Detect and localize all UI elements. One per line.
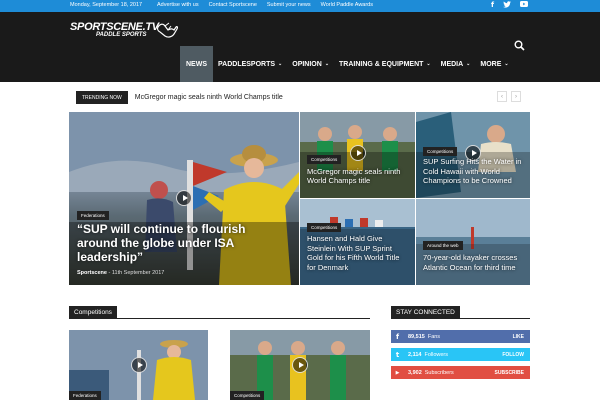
like-button[interactable]: LIKE bbox=[513, 334, 524, 340]
tile-4-title[interactable]: 70-year-old kayaker crosses Atlantic Oce… bbox=[423, 253, 523, 272]
fan-label: Fans bbox=[427, 333, 441, 340]
play-icon[interactable] bbox=[131, 357, 147, 373]
post-date: 11th September 2017 bbox=[111, 270, 165, 276]
trending-arrows: ‹ › bbox=[497, 91, 521, 102]
play-icon[interactable] bbox=[176, 190, 192, 206]
nav-news[interactable]: NEWS bbox=[180, 46, 213, 82]
play-icon[interactable] bbox=[292, 357, 308, 373]
follow-button[interactable]: FOLLOW bbox=[502, 352, 524, 358]
chevron-down-icon: ⌄ bbox=[466, 61, 471, 67]
trending-bar: TRENDING NOW McGregor magic seals ninth … bbox=[76, 91, 283, 104]
site-logo[interactable]: SPORTSCENE.TV PADDLE SPORTS bbox=[70, 21, 178, 38]
play-icon[interactable] bbox=[350, 145, 366, 161]
featured-tile-4[interactable]: Around the web 70-year-old kayaker cross… bbox=[416, 199, 530, 285]
nav-opinion[interactable]: OPINION ⌄ bbox=[287, 46, 334, 82]
subscribe-button[interactable]: SUBSCRIBE bbox=[495, 370, 524, 376]
search-icon[interactable] bbox=[514, 40, 525, 51]
nav-media[interactable]: MEDIA ⌄ bbox=[436, 46, 476, 82]
featured-main-title[interactable]: “SUP will continue to flourish around th… bbox=[77, 222, 267, 264]
main-nav: NEWS PADDLESPORTS ⌄ OPINION ⌄ TRAINING & E… bbox=[180, 46, 514, 82]
submit-news-link[interactable]: Submit your news bbox=[267, 2, 311, 8]
chevron-right-icon[interactable]: › bbox=[511, 91, 521, 102]
facebook-row[interactable]: f 89,515 Fans LIKE bbox=[391, 330, 530, 343]
chevron-left-icon[interactable]: ‹ bbox=[497, 91, 507, 102]
world-paddle-awards-link[interactable]: World Paddle Awards bbox=[321, 2, 373, 8]
follower-count: 2,114 bbox=[408, 351, 422, 358]
youtube-icon[interactable] bbox=[520, 1, 528, 10]
nav-opinion-label: OPINION bbox=[292, 60, 322, 68]
nav-media-label: MEDIA bbox=[440, 60, 464, 68]
twitter-icon: t bbox=[395, 350, 400, 359]
youtube-icon: ▶ bbox=[395, 369, 400, 376]
category-tag[interactable]: Competitions bbox=[307, 155, 342, 164]
category-tag[interactable]: Competitions bbox=[230, 391, 265, 400]
featured-tile-1[interactable]: Competitions McGregor magic seals ninth … bbox=[300, 112, 415, 198]
chevron-down-icon: ⌄ bbox=[426, 61, 431, 67]
tile-1-title[interactable]: McGregor magic seals ninth World Champs … bbox=[307, 167, 407, 185]
nav-paddlesports[interactable]: PADDLESPORTS ⌄ bbox=[213, 46, 287, 82]
shaka-hand-icon bbox=[157, 22, 178, 38]
competition-card-1[interactable]: Federations bbox=[69, 330, 208, 400]
subscriber-label: Subscribers bbox=[424, 369, 454, 376]
chevron-down-icon: ⌄ bbox=[278, 61, 283, 67]
tile-3-title[interactable]: Hansen and Hald Give Steinlein With SUP … bbox=[307, 234, 407, 272]
facebook-icon[interactable]: f bbox=[491, 1, 494, 10]
featured-tile-2[interactable]: Competitions SUP Surfing Hits the Water … bbox=[416, 112, 530, 198]
fan-count: 89,515 bbox=[408, 333, 425, 340]
top-social: f bbox=[491, 1, 528, 10]
youtube-row[interactable]: ▶ 3,902 Subscribers SUBSCRIBE bbox=[391, 366, 530, 379]
category-tag[interactable]: Federations bbox=[77, 211, 109, 220]
trending-tag: TRENDING NOW bbox=[76, 91, 128, 104]
chevron-down-icon: ⌄ bbox=[324, 61, 330, 67]
competition-card-2[interactable]: Competitions bbox=[230, 330, 370, 400]
section-divider bbox=[69, 318, 370, 319]
author-name[interactable]: Sportscene bbox=[77, 270, 107, 276]
subscriber-count: 3,902 bbox=[408, 369, 422, 376]
twitter-row[interactable]: t 2,114 Followers FOLLOW bbox=[391, 348, 530, 361]
nav-training-equipment[interactable]: TRAINING & EQUIPMENT ⌄ bbox=[334, 46, 436, 82]
tile-2-title[interactable]: SUP Surfing Hits the Water in Cold Hawai… bbox=[423, 157, 523, 186]
category-tag[interactable]: Competitions bbox=[307, 223, 342, 232]
contact-link[interactable]: Contact Sportscene bbox=[209, 2, 257, 8]
chevron-down-icon: ⌄ bbox=[504, 61, 509, 67]
current-date: Monday, September 18, 2017 bbox=[70, 2, 143, 8]
category-tag[interactable]: Around the web bbox=[423, 241, 463, 250]
nav-paddlesports-label: PADDLESPORTS bbox=[218, 60, 276, 68]
facebook-icon: f bbox=[395, 332, 400, 341]
nav-more[interactable]: MORE ⌄ bbox=[475, 46, 513, 82]
twitter-icon[interactable] bbox=[503, 1, 511, 10]
featured-tile-3[interactable]: Competitions Hansen and Hald Give Steinl… bbox=[300, 199, 415, 285]
top-links: Advertise with us Contact Sportscene Sub… bbox=[157, 2, 373, 8]
nav-more-label: MORE bbox=[480, 60, 502, 68]
trending-headline[interactable]: McGregor magic seals ninth World Champs … bbox=[135, 94, 283, 101]
nav-training-label: TRAINING & EQUIPMENT bbox=[339, 60, 424, 68]
section-divider bbox=[391, 318, 530, 319]
follower-label: Followers bbox=[424, 351, 449, 358]
featured-main[interactable]: Federations “SUP will continue to flouri… bbox=[69, 112, 299, 285]
advertise-link[interactable]: Advertise with us bbox=[157, 2, 199, 8]
top-bar: Monday, September 18, 2017 Advertise wit… bbox=[0, 0, 600, 12]
nav-news-label: NEWS bbox=[186, 60, 207, 68]
featured-main-meta: Sportscene - 11th September 2017 bbox=[77, 270, 164, 276]
category-tag[interactable]: Competitions bbox=[423, 147, 458, 156]
category-tag[interactable]: Federations bbox=[69, 391, 101, 400]
